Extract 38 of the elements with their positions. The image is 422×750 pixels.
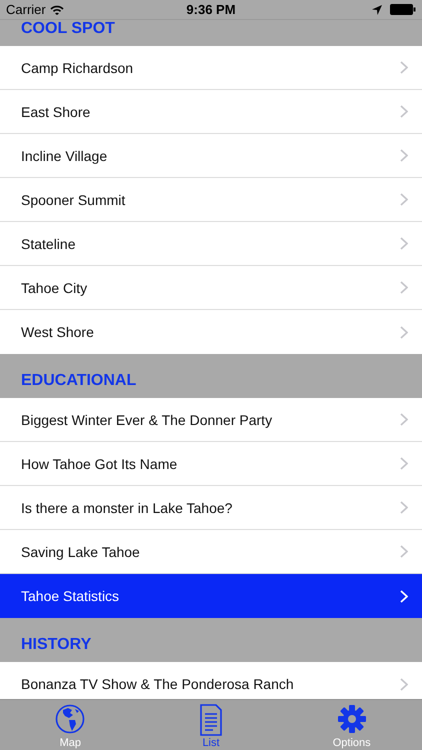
globe-icon xyxy=(55,704,86,736)
row-label: Spooner Summit xyxy=(21,192,126,208)
row-label: Biggest Winter Ever & The Donner Party xyxy=(21,412,272,428)
chevron-icon xyxy=(400,281,408,294)
row-label: Incline Village xyxy=(21,148,108,164)
row-label: Tahoe Statistics xyxy=(21,588,120,604)
chevron-icon xyxy=(400,678,408,690)
row-label: Saving Lake Tahoe xyxy=(21,544,140,560)
chevron-icon xyxy=(400,590,408,602)
chevron-icon xyxy=(400,149,408,162)
row-label: Camp Richardson xyxy=(21,60,134,76)
chevron-icon xyxy=(400,326,408,338)
chevron-icon xyxy=(400,413,408,426)
gear-icon xyxy=(336,704,367,736)
chevron-icon xyxy=(400,61,408,74)
chevron-icon xyxy=(400,105,408,118)
chevron-icon xyxy=(400,457,408,470)
row-label: Tahoe City xyxy=(21,280,88,296)
section-header: HISTORY xyxy=(20,635,92,655)
chevron-icon xyxy=(400,237,408,250)
wifi-icon xyxy=(50,4,64,14)
chevron-icon xyxy=(400,545,408,558)
row-label: West Shore xyxy=(21,324,94,340)
section-header: COOL SPOT xyxy=(20,20,116,39)
document-icon xyxy=(199,704,223,736)
row-label: How Tahoe Got Its Name xyxy=(21,456,178,472)
row-label: Stateline xyxy=(21,236,76,252)
battery-icon xyxy=(390,4,416,15)
row-label: Is there a monster in Lake Tahoe? xyxy=(21,500,232,516)
row-label: Bonanza TV Show & The Ponderosa Ranch xyxy=(21,676,294,692)
status-time: 9:36 PM xyxy=(186,2,236,17)
list-row[interactable]: Tahoe Statistics xyxy=(0,574,422,618)
carrier-label: Carrier xyxy=(6,2,46,17)
row-label: East Shore xyxy=(21,104,90,120)
chevron-icon xyxy=(400,501,408,514)
section-header: EDUCATIONAL xyxy=(20,371,138,391)
chevron-icon xyxy=(400,193,408,206)
location-arrow-icon xyxy=(372,4,382,14)
